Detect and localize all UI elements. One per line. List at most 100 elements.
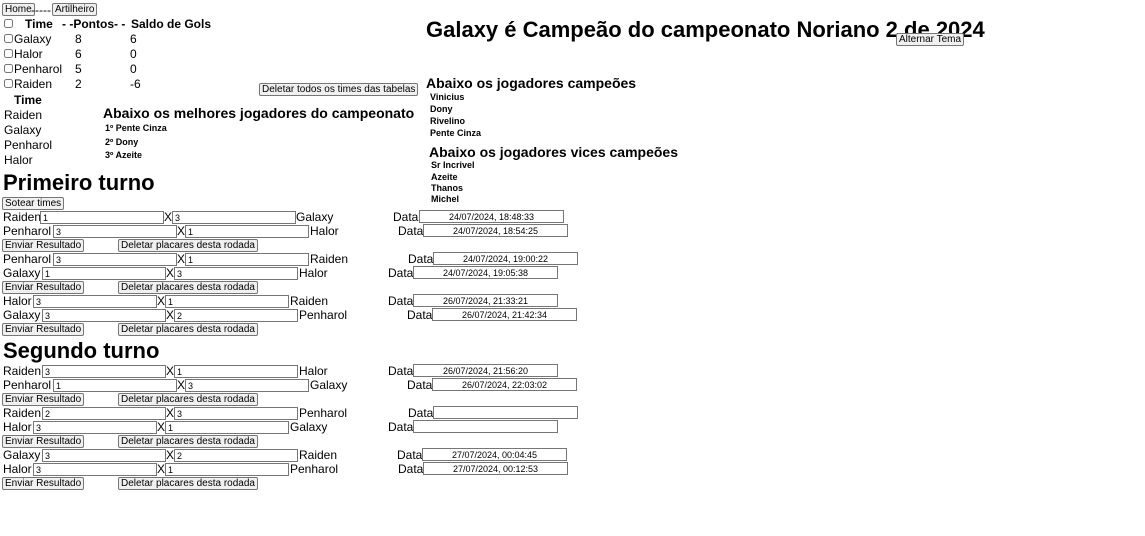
date-input[interactable] [413,364,558,377]
date-label: Data [398,224,424,238]
team-name: Galaxy [14,32,52,46]
away-team: Halor [299,266,328,280]
team-points: 2 [75,77,82,91]
date-input[interactable] [433,252,578,265]
date-input[interactable] [419,210,564,223]
away-team: Galaxy [310,378,348,392]
team-goal-diff: -6 [130,77,141,91]
team-name: Raiden [14,77,53,91]
versus-label: X [166,266,175,280]
date-input[interactable] [422,448,567,461]
away-score-input[interactable] [174,309,298,322]
date-input[interactable] [432,378,577,391]
home-score-input[interactable] [33,295,157,308]
delete-round-scores-button[interactable]: Deletar placares desta rodada [118,477,258,490]
away-score-input[interactable] [165,463,289,476]
away-team: Raiden [299,448,338,462]
list-item: Michel [431,194,460,204]
home-score-input[interactable] [53,379,177,392]
date-label: Data [393,210,419,224]
date-input[interactable] [432,308,577,321]
select-all-checkbox[interactable] [4,19,13,28]
away-score-input[interactable] [185,225,309,238]
away-team: Penharol [299,308,348,322]
home-team: Galaxy [3,308,41,322]
home-team: Raiden [3,364,42,378]
send-result-button[interactable]: Enviar Resultado [2,239,85,252]
home-score-input[interactable] [42,309,166,322]
away-team: Penharol [299,406,348,420]
list-item: Halor [4,153,33,167]
home-score-input[interactable] [53,225,177,238]
home-score-input[interactable] [42,407,166,420]
delete-round-scores-button[interactable]: Deletar placares desta rodada [118,323,258,336]
team-list-header: Time [14,93,42,107]
team-checkbox[interactable] [4,49,13,58]
artilheiro-button[interactable]: Artilheiro [52,3,98,16]
date-input[interactable] [413,420,558,433]
send-result-button[interactable]: Enviar Resultado [2,281,85,294]
standings-header-time: Time [25,17,53,31]
home-score-input[interactable] [33,421,157,434]
home-score-input[interactable] [42,267,166,280]
date-label: Data [407,378,433,392]
away-team: Halor [310,224,339,238]
away-score-input[interactable] [185,253,309,266]
team-checkbox[interactable] [4,34,13,43]
vice-champions-title: Abaixo os jogadores vices campeões [429,144,678,160]
home-score-input[interactable] [42,365,166,378]
list-item: Thanos [431,183,464,193]
away-team: Galaxy [296,210,334,224]
date-input[interactable] [413,266,558,279]
team-points: 5 [75,62,82,76]
away-score-input[interactable] [174,449,298,462]
home-team: Galaxy [3,448,41,462]
delete-round-scores-button[interactable]: Deletar placares desta rodada [118,281,258,294]
standings-header-saldo: Saldo de Gols [131,17,212,31]
home-button[interactable]: Home [2,3,35,16]
send-result-button[interactable]: Enviar Resultado [2,477,85,490]
date-input[interactable] [413,294,558,307]
draw-teams-button[interactable]: Sotear times [2,197,65,210]
toggle-theme-button[interactable]: Alternar Tema [896,33,965,46]
date-label: Data [388,420,414,434]
date-label: Data [388,294,414,308]
home-team: Halor [3,462,32,476]
date-input[interactable] [423,224,568,237]
away-score-input[interactable] [165,295,289,308]
date-input[interactable] [433,406,578,419]
delete-round-scores-button[interactable]: Deletar placares desta rodada [118,393,258,406]
versus-label: X [157,462,166,476]
versus-label: X [166,448,175,462]
versus-label: X [177,378,186,392]
away-score-input[interactable] [174,407,298,420]
team-checkbox[interactable] [4,79,13,88]
away-score-input[interactable] [172,211,296,224]
delete-round-scores-button[interactable]: Deletar placares desta rodada [118,239,258,252]
list-item: Rivelino [430,116,466,126]
standings-header-pontos: - -Pontos- - [62,17,126,31]
send-result-button[interactable]: Enviar Resultado [2,435,85,448]
champions-title: Abaixo os jogadores campeões [426,75,637,91]
team-checkbox[interactable] [4,64,13,73]
away-score-input[interactable] [165,421,289,434]
nav-separator: ----- [31,3,51,17]
home-score-input[interactable] [33,463,157,476]
send-result-button[interactable]: Enviar Resultado [2,323,85,336]
home-score-input[interactable] [53,253,177,266]
date-input[interactable] [423,462,568,475]
delete-round-scores-button[interactable]: Deletar placares desta rodada [118,435,258,448]
away-score-input[interactable] [174,365,298,378]
list-item: Dony [430,104,453,114]
send-result-button[interactable]: Enviar Resultado [2,393,85,406]
away-score-input[interactable] [174,267,298,280]
home-score-input[interactable] [42,449,166,462]
second-round-title: Segundo turno [3,338,160,363]
home-score-input[interactable] [40,211,164,224]
list-item: Raiden [4,108,43,122]
date-label: Data [407,308,433,322]
versus-label: X [177,252,186,266]
delete-all-teams-button[interactable]: Deletar todos os times das tabelas [259,83,419,96]
away-score-input[interactable] [185,379,309,392]
home-team: Penharol [3,224,52,238]
